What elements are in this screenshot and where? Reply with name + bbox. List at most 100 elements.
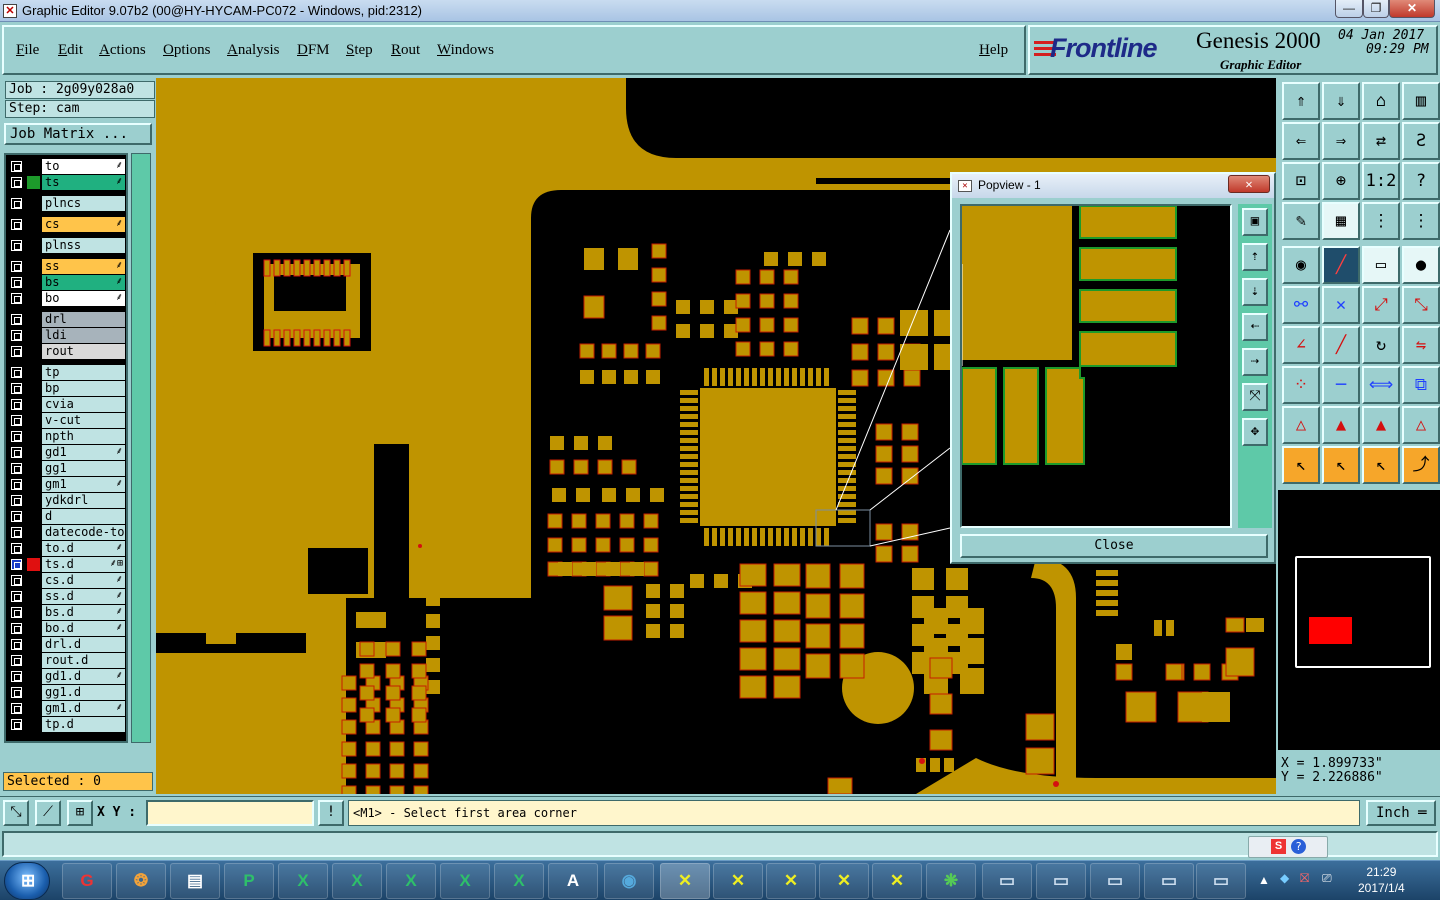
menu-file[interactable]: File bbox=[16, 42, 39, 59]
layer-checkbox[interactable] bbox=[11, 607, 22, 618]
menu-options[interactable]: Options bbox=[163, 42, 211, 59]
layer-name[interactable]: to.d ⸙ bbox=[42, 541, 125, 556]
layer-checkbox[interactable] bbox=[11, 495, 22, 506]
layer-row[interactable]: bo ⸙ bbox=[6, 291, 126, 306]
layer-checkbox[interactable] bbox=[11, 447, 22, 458]
layer-name[interactable]: ts ⸙ bbox=[42, 175, 125, 190]
layer-row[interactable]: gd1 ⸙ bbox=[6, 445, 126, 460]
layer-name[interactable]: datecode-to bbox=[42, 525, 125, 540]
layer-row[interactable]: d bbox=[6, 509, 126, 524]
job-matrix-button[interactable]: Job Matrix ... bbox=[4, 123, 152, 145]
layer-name[interactable]: gd1 ⸙ bbox=[42, 445, 125, 460]
layer-row[interactable]: ts.d ⸙⊞ bbox=[6, 557, 126, 572]
layer-name[interactable]: gm1.d ⸙ bbox=[42, 701, 125, 716]
layer-name[interactable]: ldi bbox=[42, 328, 125, 343]
layer-list-scrollbar[interactable] bbox=[131, 153, 151, 743]
layer-checkbox[interactable] bbox=[11, 479, 22, 490]
layer-row[interactable]: ldi bbox=[6, 328, 126, 343]
layer-checkbox[interactable] bbox=[11, 277, 22, 288]
layer-name[interactable]: gm1 ⸙ bbox=[42, 477, 125, 492]
layer-row[interactable]: cvia bbox=[6, 397, 126, 412]
layer-name[interactable]: cs ⸙ bbox=[42, 217, 125, 232]
layer-name[interactable]: tp.d bbox=[42, 717, 125, 732]
menu-windows[interactable]: Windows bbox=[437, 42, 494, 59]
layer-checkbox[interactable] bbox=[11, 431, 22, 442]
layer-row[interactable]: gm1.d ⸙ bbox=[6, 701, 126, 716]
layer-row[interactable]: npth bbox=[6, 429, 126, 444]
close-window-button[interactable]: ✕ bbox=[1389, 0, 1435, 18]
layer-row[interactable]: to.d ⸙ bbox=[6, 541, 126, 556]
layer-checkbox[interactable] bbox=[11, 261, 22, 272]
layer-name[interactable]: npth bbox=[42, 429, 125, 444]
layer-name[interactable]: gd1.d ⸙ bbox=[42, 669, 125, 684]
maximize-button[interactable]: ❐ bbox=[1363, 0, 1389, 18]
layer-row[interactable]: ss ⸙ bbox=[6, 259, 126, 274]
layer-row[interactable]: datecode-to bbox=[6, 525, 126, 540]
layer-row[interactable]: rout.d bbox=[6, 653, 126, 668]
layer-row[interactable]: bo.d ⸙ bbox=[6, 621, 126, 636]
layer-row[interactable]: plncs bbox=[6, 196, 126, 211]
layer-name[interactable]: to ⸙ bbox=[42, 159, 125, 174]
layer-row[interactable]: v-cut bbox=[6, 413, 126, 428]
menu-analysis[interactable]: Analysis bbox=[227, 42, 280, 59]
layer-name[interactable]: drl.d bbox=[42, 637, 125, 652]
layer-row[interactable]: rout bbox=[6, 344, 126, 359]
layer-checkbox[interactable] bbox=[11, 655, 22, 666]
layer-name[interactable]: plncs bbox=[42, 196, 125, 211]
layer-row[interactable]: bs ⸙ bbox=[6, 275, 126, 290]
layer-row[interactable]: gg1 bbox=[6, 461, 126, 476]
layer-name[interactable]: plnss bbox=[42, 238, 125, 253]
layer-checkbox[interactable] bbox=[11, 240, 22, 251]
layer-row[interactable]: plnss bbox=[6, 238, 126, 253]
menu-step[interactable]: Step bbox=[346, 42, 373, 59]
layer-name[interactable]: bp bbox=[42, 381, 125, 396]
layer-checkbox[interactable] bbox=[11, 575, 22, 586]
layer-checkbox[interactable] bbox=[11, 314, 22, 325]
layer-row[interactable]: ts ⸙ bbox=[6, 175, 126, 190]
layer-row[interactable]: bs.d ⸙ bbox=[6, 605, 126, 620]
menu-help[interactable]: Help bbox=[979, 42, 1008, 59]
layer-row[interactable]: to ⸙ bbox=[6, 159, 126, 174]
layer-name[interactable]: gg1.d bbox=[42, 685, 125, 700]
layer-checkbox[interactable] bbox=[11, 177, 22, 188]
menu-dfm[interactable]: DFM bbox=[297, 42, 330, 59]
layer-name[interactable]: tp bbox=[42, 365, 125, 380]
layer-name[interactable]: ydkdrl bbox=[42, 493, 125, 508]
layer-row[interactable]: gm1 ⸙ bbox=[6, 477, 126, 492]
layer-checkbox[interactable] bbox=[11, 415, 22, 426]
layer-checkbox[interactable] bbox=[11, 703, 22, 714]
menu-edit[interactable]: Edit bbox=[58, 42, 83, 59]
layer-checkbox[interactable] bbox=[11, 527, 22, 538]
layer-name[interactable]: cs.d ⸙ bbox=[42, 573, 125, 588]
menu-actions[interactable]: Actions bbox=[99, 42, 146, 59]
layer-checkbox[interactable] bbox=[11, 383, 22, 394]
layer-checkbox[interactable] bbox=[11, 671, 22, 682]
layer-checkbox[interactable] bbox=[11, 330, 22, 341]
layer-name[interactable]: bs.d ⸙ bbox=[42, 605, 125, 620]
layer-checkbox[interactable] bbox=[11, 639, 22, 650]
menu-rout[interactable]: Rout bbox=[391, 42, 420, 59]
layer-name[interactable]: ts.d ⸙⊞ bbox=[42, 557, 125, 572]
layer-checkbox[interactable] bbox=[11, 543, 22, 554]
layer-name[interactable]: d bbox=[42, 509, 125, 524]
layer-row[interactable]: drl bbox=[6, 312, 126, 327]
layer-row[interactable]: tp bbox=[6, 365, 126, 380]
layer-name[interactable]: v-cut bbox=[42, 413, 125, 428]
layer-checkbox[interactable] bbox=[11, 591, 22, 602]
layer-checkbox[interactable] bbox=[11, 293, 22, 304]
layer-checkbox[interactable] bbox=[11, 367, 22, 378]
layer-row[interactable]: ss.d ⸙ bbox=[6, 589, 126, 604]
layer-name[interactable]: bs ⸙ bbox=[42, 275, 125, 290]
layer-name[interactable]: rout bbox=[42, 344, 125, 359]
layer-name[interactable]: ss ⸙ bbox=[42, 259, 125, 274]
layer-checkbox[interactable] bbox=[11, 687, 22, 698]
layer-checkbox[interactable] bbox=[11, 198, 22, 209]
layer-checkbox[interactable] bbox=[11, 399, 22, 410]
layer-name[interactable]: gg1 bbox=[42, 461, 125, 476]
layer-name[interactable]: cvia bbox=[42, 397, 125, 412]
layer-row[interactable]: bp bbox=[6, 381, 126, 396]
layer-row[interactable]: drl.d bbox=[6, 637, 126, 652]
layer-row[interactable]: cs.d ⸙ bbox=[6, 573, 126, 588]
layer-row[interactable]: tp.d bbox=[6, 717, 126, 732]
layer-name[interactable]: bo.d ⸙ bbox=[42, 621, 125, 636]
